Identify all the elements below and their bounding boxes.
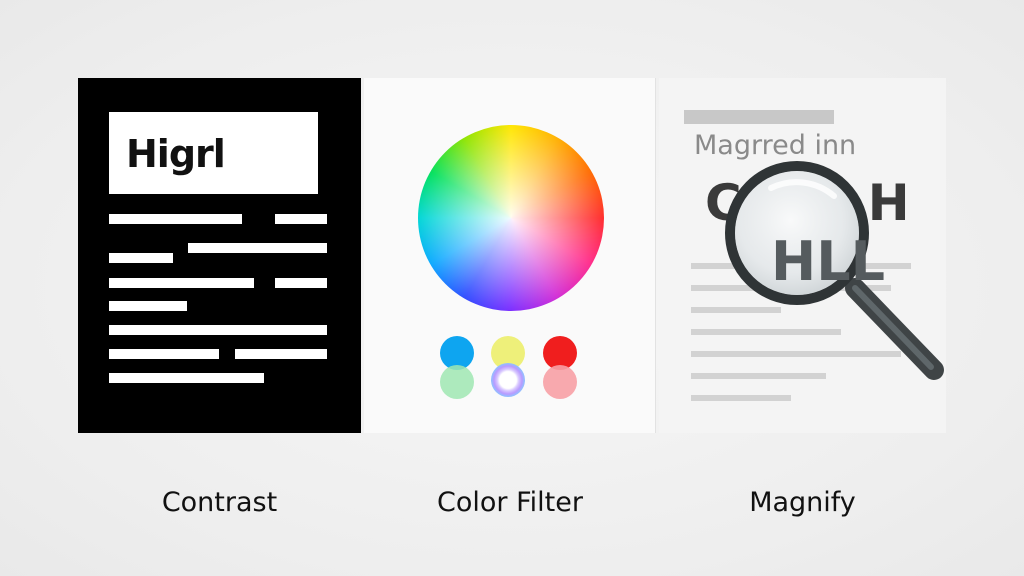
text-line xyxy=(188,243,327,253)
text-line xyxy=(109,373,264,383)
magnifying-glass-icon: HLL xyxy=(725,161,944,380)
magnify-panel[interactable]: Magrred inn CLOS H HLL xyxy=(659,78,946,433)
pink-swatch xyxy=(543,365,577,399)
green-swatch xyxy=(440,365,474,399)
text-line xyxy=(109,349,219,359)
text-line xyxy=(109,301,187,311)
contrast-label: Contrast xyxy=(161,487,278,518)
selected-filter-swatch xyxy=(491,363,525,397)
text-line xyxy=(275,278,327,288)
color-filter-panel[interactable] xyxy=(364,78,656,433)
color-wheel-icon xyxy=(418,125,604,311)
contrast-sample-text: Higrl xyxy=(126,132,226,176)
magnify-label: Magnify xyxy=(749,487,856,518)
text-line xyxy=(109,214,242,224)
text-line xyxy=(235,349,327,359)
text-line xyxy=(109,325,327,335)
contrast-title-box: Higrl xyxy=(109,112,318,194)
lens-magnified-text: HLL xyxy=(771,230,885,293)
text-line xyxy=(109,253,173,263)
text-line xyxy=(109,278,254,288)
contrast-panel[interactable]: Higrl xyxy=(78,78,361,433)
text-line xyxy=(275,214,327,224)
color-filter-label: Color Filter xyxy=(437,487,583,518)
accessibility-features-page: Higrl Magrred inn CLOS H xyxy=(0,0,1024,576)
